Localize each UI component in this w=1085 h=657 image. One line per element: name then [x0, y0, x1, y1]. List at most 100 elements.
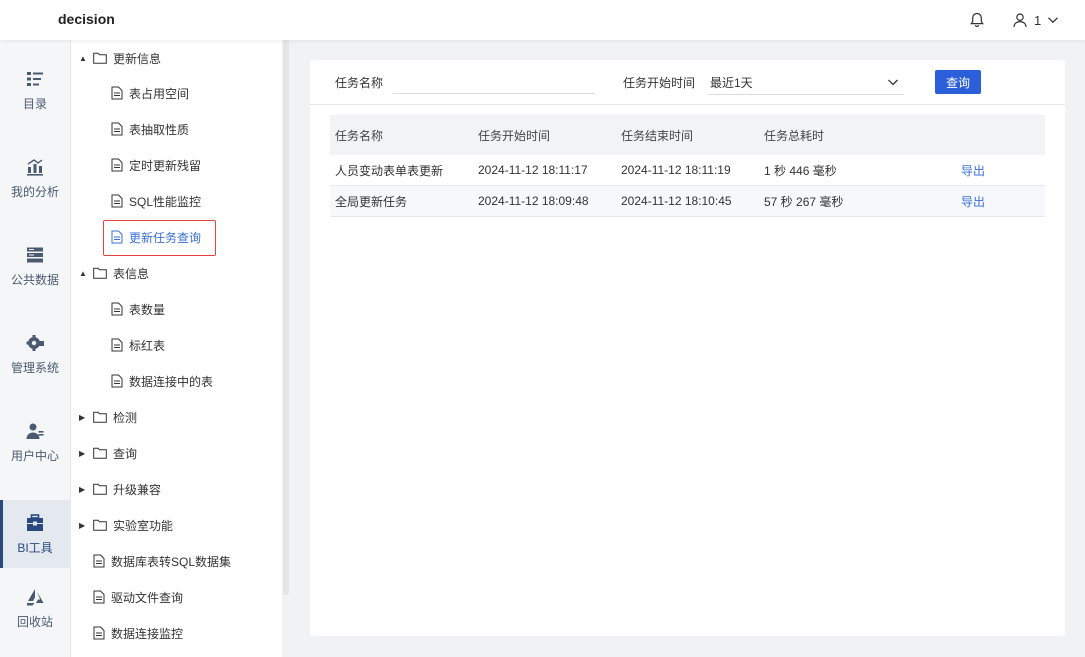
end-time-cell: 2024-11-12 18:11:19 [616, 155, 759, 186]
tree-item-table-space[interactable]: 表占用空间 [111, 83, 189, 103]
folder-icon [93, 267, 107, 279]
nav-label: 目录 [22, 96, 47, 111]
caret-down-icon: ▲ [79, 268, 87, 278]
caret-right-icon: ▶ [79, 448, 86, 458]
tree-label: 表占用空间 [129, 86, 190, 101]
gear-icon [26, 334, 44, 351]
tree-label: 定时更新残留 [129, 158, 202, 173]
folder-icon [93, 447, 107, 459]
tree-item-red-tables[interactable]: 标红表 [111, 335, 165, 355]
bell-icon[interactable] [968, 11, 986, 29]
document-icon [111, 122, 123, 136]
nav-label: 用户中心 [10, 448, 59, 463]
tree-item-db-to-sql[interactable]: 数据库表转SQL数据集 [93, 551, 231, 571]
start-time-select[interactable]: 最近1天 [708, 70, 904, 95]
tree-label: 表数量 [129, 302, 166, 317]
document-icon [111, 374, 123, 388]
nav-item-public-data[interactable]: 公共数据 [0, 232, 70, 300]
task-name-input[interactable] [393, 70, 595, 94]
task-name-cell: 全局更新任务 [330, 185, 473, 217]
folder-icon [93, 52, 107, 64]
filter-bar: 任务名称 任务开始时间 最近1天 查询 [310, 60, 1065, 105]
end-time-cell: 2024-11-12 18:10:45 [616, 185, 759, 217]
tree-label: 升级兼容 [113, 482, 162, 497]
export-link[interactable]: 导出 [961, 195, 985, 209]
tree-label: SQL性能监控 [129, 194, 202, 209]
tree-folder-query[interactable]: ▶ 查询 [79, 443, 137, 463]
tree-label: 检测 [113, 410, 138, 425]
nav-item-recycle-bin[interactable]: 回收站 [0, 574, 70, 642]
column-header[interactable]: 任务总耗时 [759, 115, 956, 155]
duration-cell: 1 秒 446 毫秒 [759, 155, 956, 186]
nav-item-catalog[interactable]: 目录 [0, 56, 70, 124]
toolbox-icon [27, 513, 43, 531]
nav-label: 公共数据 [10, 272, 59, 287]
tree-item-connection-tables[interactable]: 数据连接中的表 [111, 371, 213, 391]
nav-label: 我的分析 [10, 184, 59, 199]
caret-right-icon: ▶ [79, 484, 86, 494]
document-icon [111, 194, 123, 208]
chevron-down-icon [1048, 17, 1059, 24]
tree-folder-lab[interactable]: ▶ 实验室功能 [79, 515, 173, 535]
column-header[interactable]: 任务名称 [330, 115, 473, 155]
user-icon [1013, 13, 1027, 28]
tree-label: 数据连接中的表 [129, 374, 214, 389]
start-time-value: 最近1天 [710, 75, 753, 90]
tree-label: 表抽取性质 [129, 122, 190, 137]
tree-label: 查询 [113, 446, 138, 461]
tree-item-sql-monitor[interactable]: SQL性能监控 [111, 191, 201, 211]
task-name-label: 任务名称 [335, 76, 384, 90]
start-time-cell: 2024-11-12 18:09:48 [473, 185, 616, 217]
folder-icon [93, 411, 107, 423]
start-time-label: 任务开始时间 [623, 76, 696, 90]
tree-label: 更新信息 [113, 51, 162, 66]
task-name-cell: 人员变动表单表更新 [330, 155, 473, 186]
tree-folder-update-info[interactable]: ▲ 更新信息 [79, 48, 161, 68]
column-header[interactable]: 任务结束时间 [616, 115, 759, 155]
main-panel: 任务名称 任务开始时间 最近1天 查询 任务名称 任务开始时间 任务结束时间 任… [310, 60, 1065, 636]
export-link[interactable]: 导出 [961, 164, 985, 178]
caret-right-icon: ▶ [79, 412, 86, 422]
nav-item-management[interactable]: 管理系统 [0, 320, 70, 388]
nav-item-analysis[interactable]: 我的分析 [0, 144, 70, 212]
tree-label: 标红表 [129, 338, 166, 353]
database-icon [27, 247, 43, 262]
start-time-cell: 2024-11-12 18:11:17 [473, 155, 616, 186]
analysis-icon [27, 158, 43, 176]
nav-label: 管理系统 [10, 360, 59, 375]
nav-item-user-center[interactable]: 用户中心 [0, 408, 70, 476]
caret-down-icon: ▲ [79, 53, 87, 63]
nav-item-bi-tools[interactable]: BI工具 [0, 500, 70, 568]
recycle-icon [27, 588, 44, 605]
tree-item-extract-property[interactable]: 表抽取性质 [111, 119, 189, 139]
nav-label: 回收站 [16, 614, 53, 629]
tree-item-table-count[interactable]: 表数量 [111, 299, 165, 319]
folder-icon [93, 483, 107, 495]
user-menu[interactable]: 1 [1012, 10, 1059, 30]
tree-scrollbar[interactable] [283, 40, 289, 595]
user-group-icon [26, 423, 44, 439]
tree-folder-table-info[interactable]: ▲ 表信息 [79, 263, 149, 283]
caret-right-icon: ▶ [79, 520, 86, 530]
document-icon [93, 626, 105, 640]
catalog-icon [27, 71, 43, 86]
tree-label: 表信息 [113, 266, 150, 281]
document-icon [93, 554, 105, 568]
tree-item-connection-monitor[interactable]: 数据连接监控 [93, 623, 183, 643]
user-name: 1 [1034, 12, 1042, 28]
tree-item-driver-query[interactable]: 驱动文件查询 [93, 587, 183, 607]
top-bar: decision 1 [0, 0, 1085, 40]
selection-highlight [103, 220, 216, 256]
duration-cell: 57 秒 267 毫秒 [759, 185, 956, 217]
tree-label: 数据库表转SQL数据集 [111, 554, 232, 569]
tree-folder-detection[interactable]: ▶ 检测 [79, 407, 137, 427]
document-icon [111, 338, 123, 352]
tree-folder-upgrade[interactable]: ▶ 升级兼容 [79, 479, 161, 499]
left-navigation: 目录 我的分析 公共数据 管理系统 用户中心 BI工具 回收站 [0, 40, 71, 657]
query-button[interactable]: 查询 [935, 70, 981, 94]
tree-item-scheduled-residue[interactable]: 定时更新残留 [111, 155, 201, 175]
column-header[interactable]: 任务开始时间 [473, 115, 616, 155]
tool-tree: ▲ 更新信息 表占用空间 表抽取性质 定时更新残留 SQL性能监控 更新任务查询… [71, 40, 282, 657]
document-icon [93, 590, 105, 604]
nav-label: BI工具 [17, 540, 53, 555]
